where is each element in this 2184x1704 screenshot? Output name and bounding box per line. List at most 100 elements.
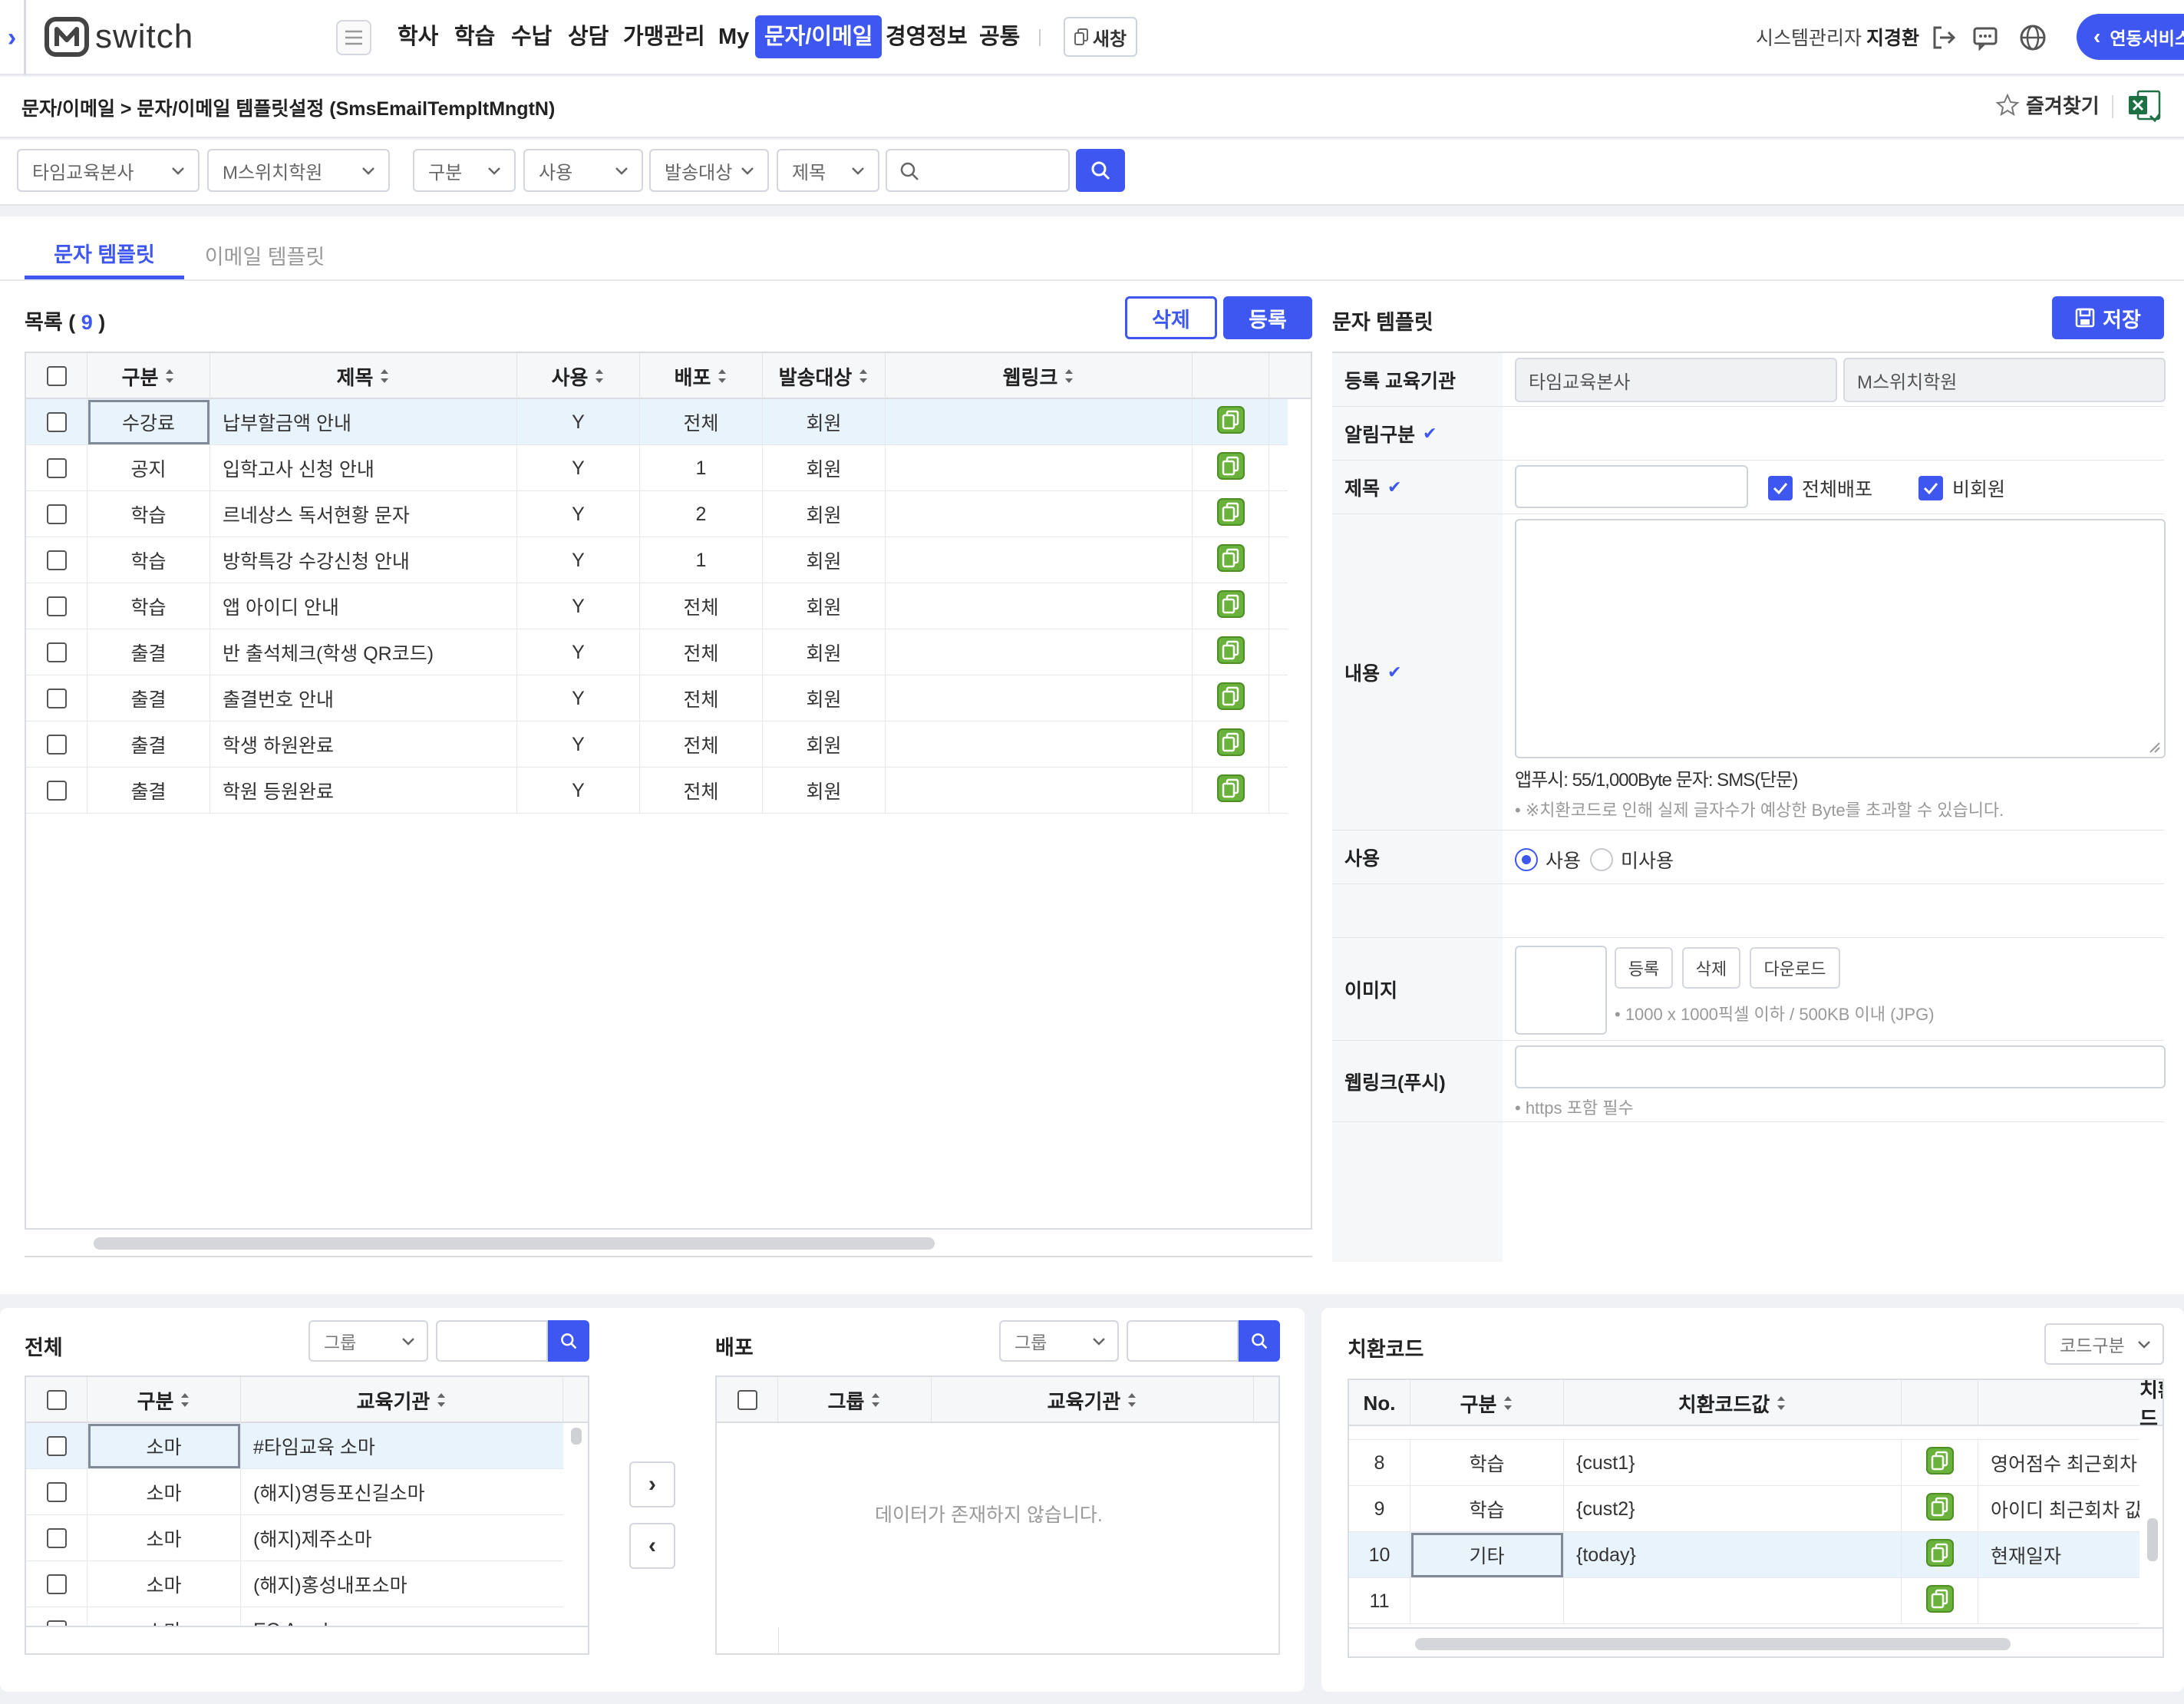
globe-icon[interactable] bbox=[2015, 20, 2050, 55]
select-all-checkbox[interactable] bbox=[46, 1390, 67, 1410]
copy-button[interactable] bbox=[1193, 629, 1269, 675]
copy-button[interactable] bbox=[1193, 445, 1269, 491]
row-checkbox-cell[interactable] bbox=[26, 722, 87, 768]
cell-desc[interactable]: 현재일자 bbox=[1978, 1532, 2139, 1578]
search-input[interactable] bbox=[886, 149, 1070, 192]
non-member-checkbox[interactable]: 비회원 bbox=[1918, 474, 2005, 502]
table-row[interactable]: 출결 학생 하원완료 Y 전체 회원 bbox=[26, 722, 1288, 768]
table-row[interactable]: 소마 #타임교육 소마 bbox=[26, 1423, 563, 1469]
menu-my[interactable]: My bbox=[718, 15, 749, 58]
row-checkbox[interactable] bbox=[46, 735, 67, 755]
new-window-button[interactable]: 새창 bbox=[1064, 17, 1137, 57]
row-checkbox-cell[interactable] bbox=[26, 1515, 87, 1561]
cell-target[interactable]: 회원 bbox=[763, 399, 886, 445]
header-weblink[interactable]: 웹링크 bbox=[886, 353, 1193, 399]
weblink-input[interactable] bbox=[1515, 1045, 2166, 1088]
sidebar-toggle-chevron-icon[interactable]: › bbox=[0, 0, 26, 75]
table-row[interactable]: 학습 앱 아이디 안내 Y 전체 회원 bbox=[26, 583, 1288, 629]
message-icon[interactable] bbox=[1968, 20, 2003, 55]
row-checkbox[interactable] bbox=[46, 412, 67, 432]
cell-category[interactable]: 출결 bbox=[87, 722, 210, 768]
subject-input[interactable] bbox=[1515, 465, 1748, 508]
cell-use[interactable]: Y bbox=[517, 491, 640, 537]
cell-category[interactable]: 학습 bbox=[87, 537, 210, 583]
cell-title[interactable]: 방학특강 수강신청 안내 bbox=[210, 537, 517, 583]
cell-weblink[interactable] bbox=[886, 722, 1193, 768]
row-checkbox[interactable] bbox=[46, 1436, 67, 1456]
menu-academic[interactable]: 학사 bbox=[398, 15, 438, 58]
row-checkbox-cell[interactable] bbox=[26, 768, 87, 814]
all-search-button[interactable] bbox=[548, 1320, 589, 1362]
cell-use[interactable]: Y bbox=[517, 399, 640, 445]
table-row[interactable]: 수강료 납부할금액 안내 Y 전체 회원 bbox=[26, 399, 1288, 445]
deploy-header-org[interactable]: 교육기관 bbox=[932, 1377, 1254, 1423]
menu-sms-email[interactable]: 문자/이메일 bbox=[755, 15, 883, 58]
cell-target[interactable]: 회원 bbox=[763, 722, 886, 768]
cell-code[interactable]: {cust1} bbox=[1564, 1440, 1902, 1486]
row-checkbox[interactable] bbox=[46, 1574, 67, 1594]
cell-desc[interactable] bbox=[1978, 1578, 2139, 1624]
cell-weblink[interactable] bbox=[886, 399, 1193, 445]
tab-email-template[interactable]: 이메일 템플릿 bbox=[192, 230, 338, 279]
row-checkbox[interactable] bbox=[46, 596, 67, 616]
cell-category[interactable]: 출결 bbox=[87, 629, 210, 675]
cell-target[interactable]: 회원 bbox=[763, 629, 886, 675]
header-category[interactable]: 구분 bbox=[87, 353, 210, 399]
deploy-search-input[interactable] bbox=[1127, 1320, 1239, 1362]
table-row[interactable]: 8 학습 {cust1} 영어점수 최근회차 bbox=[1349, 1440, 2139, 1486]
row-checkbox-cell[interactable] bbox=[26, 1561, 87, 1607]
code-header-no[interactable]: No. bbox=[1349, 1380, 1410, 1426]
cell-use[interactable]: Y bbox=[517, 583, 640, 629]
cell-target[interactable]: 회원 bbox=[763, 583, 886, 629]
cell-deploy[interactable]: 2 bbox=[640, 491, 763, 537]
all-select-all[interactable] bbox=[26, 1377, 87, 1423]
copy-button[interactable] bbox=[1193, 768, 1269, 814]
category-select[interactable]: 구분 bbox=[413, 149, 516, 192]
cell-category[interactable]: 소마 bbox=[87, 1423, 241, 1469]
linked-service-button[interactable]: ‹ 연동서비스 bbox=[2077, 14, 2184, 60]
cell-weblink[interactable] bbox=[886, 445, 1193, 491]
row-checkbox-cell[interactable] bbox=[26, 675, 87, 722]
cell-weblink[interactable] bbox=[886, 491, 1193, 537]
copy-button[interactable] bbox=[1902, 1440, 1978, 1486]
row-checkbox[interactable] bbox=[46, 458, 67, 478]
cell-target[interactable]: 회원 bbox=[763, 768, 886, 814]
app-logo[interactable]: switch bbox=[45, 15, 193, 58]
cell-org[interactable]: (해지)홍성내포소마 bbox=[241, 1561, 563, 1607]
copy-button[interactable] bbox=[1193, 583, 1269, 629]
row-checkbox[interactable] bbox=[46, 642, 67, 662]
row-checkbox[interactable] bbox=[46, 550, 67, 570]
cell-title[interactable]: 입학고사 신청 안내 bbox=[210, 445, 517, 491]
all-deploy-checkbox[interactable]: 전체배포 bbox=[1768, 474, 1872, 502]
copy-button[interactable] bbox=[1193, 491, 1269, 537]
cell-category[interactable]: 학습 bbox=[87, 583, 210, 629]
cell-category[interactable]: 소마 bbox=[87, 1469, 241, 1515]
cell-desc[interactable]: 영어점수 최근회차 bbox=[1978, 1440, 2139, 1486]
header-select-all[interactable] bbox=[26, 353, 87, 399]
cell-deploy[interactable]: 전체 bbox=[640, 675, 763, 722]
cell-title[interactable]: 납부할금액 안내 bbox=[210, 399, 517, 445]
cell-weblink[interactable] bbox=[886, 537, 1193, 583]
code-header-value[interactable]: 치환코드값 bbox=[1564, 1380, 1902, 1426]
header-use[interactable]: 사용 bbox=[517, 353, 640, 399]
cell-category[interactable]: 학습 bbox=[1410, 1440, 1564, 1486]
cell-use[interactable]: Y bbox=[517, 768, 640, 814]
cell-category[interactable]: 학습 bbox=[1410, 1486, 1564, 1532]
tab-sms-template[interactable]: 문자 템플릿 bbox=[25, 230, 184, 279]
select-all-checkbox[interactable] bbox=[737, 1390, 757, 1410]
table-row[interactable]: 소마 (해지)영등포신길소마 bbox=[26, 1469, 563, 1515]
row-checkbox-cell[interactable] bbox=[26, 537, 87, 583]
row-checkbox-cell[interactable] bbox=[26, 1469, 87, 1515]
table-row[interactable]: 소마 (해지)홍성내포소마 bbox=[26, 1561, 563, 1607]
row-checkbox[interactable] bbox=[46, 1482, 67, 1502]
save-button[interactable]: 저장 bbox=[2052, 296, 2164, 339]
table-row[interactable]: 출결 반 출석체크(학생 QR코드) Y 전체 회원 bbox=[26, 629, 1288, 675]
cell-title[interactable]: 앱 아이디 안내 bbox=[210, 583, 517, 629]
cell-deploy[interactable]: 전체 bbox=[640, 583, 763, 629]
cell-code[interactable] bbox=[1564, 1578, 1902, 1624]
all-header-category[interactable]: 구분 bbox=[87, 1377, 241, 1423]
move-left-button[interactable]: ‹ bbox=[629, 1523, 675, 1569]
search-button[interactable] bbox=[1076, 149, 1125, 192]
table-row[interactable]: 9 학습 {cust2} 아이디 최근회차 값 bbox=[1349, 1486, 2139, 1532]
cell-target[interactable]: 회원 bbox=[763, 537, 886, 583]
